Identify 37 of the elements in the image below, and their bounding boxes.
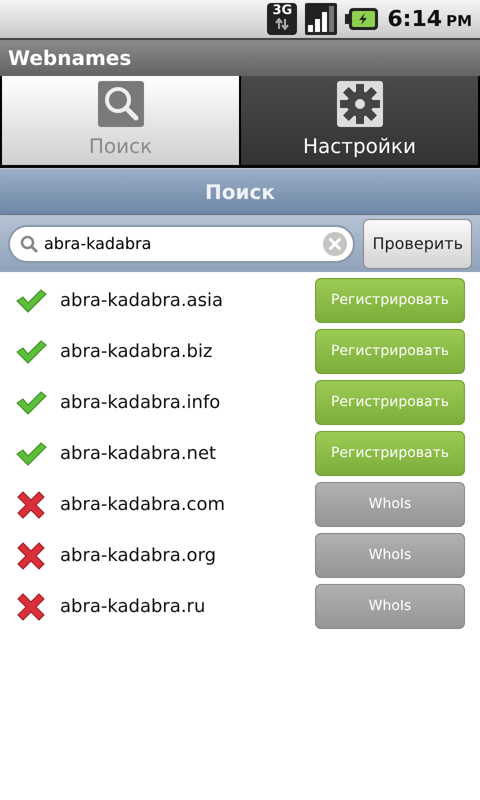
whois-button[interactable]: WhoIs: [315, 533, 465, 578]
register-button[interactable]: Регистрировать: [315, 278, 465, 323]
register-button[interactable]: Регистрировать: [315, 380, 465, 425]
cross-icon: [15, 590, 47, 622]
search-icon: [20, 234, 38, 252]
check-icon: [15, 440, 47, 466]
domain-name: abra-kadabra.biz: [60, 340, 214, 364]
clock-time: 6:14: [387, 6, 442, 34]
clear-icon[interactable]: [323, 232, 348, 256]
signal-icon: [305, 3, 338, 35]
whois-button[interactable]: WhoIs: [315, 584, 465, 629]
network-label: 3G: [272, 3, 292, 18]
cross-icon: [15, 540, 47, 572]
app-title: Webnames: [8, 45, 132, 72]
domain-name: abra-kadabra.com: [60, 493, 226, 517]
tab[interactable]: Поиск: [2, 76, 239, 165]
register-button[interactable]: Регистрировать: [315, 329, 465, 374]
settings-icon: [336, 80, 382, 126]
register-button[interactable]: Регистрировать: [315, 431, 465, 476]
check-icon: [15, 338, 47, 364]
check-icon: [15, 288, 47, 314]
section-title: Поиск: [205, 178, 275, 206]
domain-name: abra-kadabra.ru: [60, 595, 206, 619]
domain-name: abra-kadabra.net: [60, 442, 218, 466]
check-button[interactable]: Проверить: [363, 218, 472, 268]
search-field[interactable]: abra-kadabra: [8, 224, 356, 262]
check-icon: [15, 390, 47, 416]
domain-name: abra-kadabra.asia: [60, 289, 224, 313]
domain-name: abra-kadabra.info: [60, 391, 222, 415]
clock-period: PM: [446, 10, 472, 32]
tab[interactable]: Настройки: [241, 76, 478, 165]
cross-icon: [15, 488, 47, 520]
battery-icon: [345, 7, 380, 31]
domain-name: abra-kadabra.org: [60, 544, 218, 568]
search-icon: [98, 80, 144, 126]
transfer-arrows-icon: [275, 18, 290, 30]
whois-button[interactable]: WhoIs: [315, 482, 465, 527]
